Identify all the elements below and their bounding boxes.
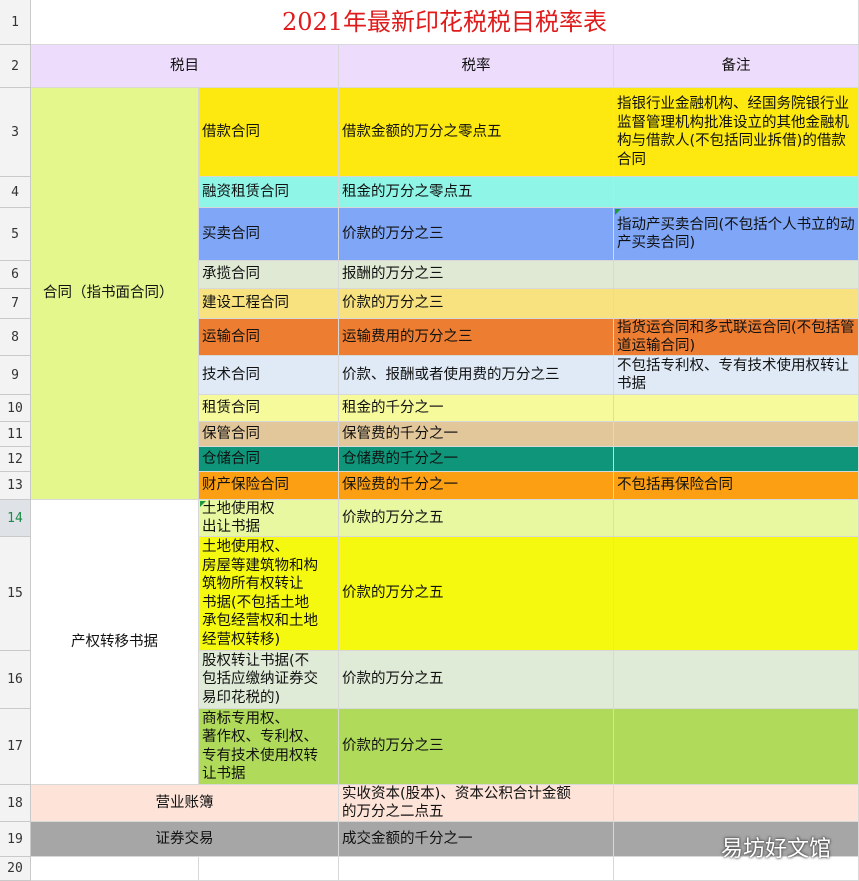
tax-rate-cell[interactable]: 价款的万分之三 [339,289,614,319]
tax-item-cell[interactable]: 财产保险合同 [199,472,339,500]
note-cell[interactable] [614,651,859,709]
row-header-13[interactable]: 13 [0,472,31,500]
tax-rate-cell[interactable]: 运输费用的万分之三 [339,319,614,356]
note-cell[interactable]: 指货运合同和多式联运合同(不包括管道运输合同) [614,319,859,356]
header-tax-item[interactable]: 税目 [31,45,339,88]
note-cell[interactable] [614,709,859,785]
tax-rate-cell[interactable]: 价款的万分之三 [339,208,614,261]
group-contract[interactable]: 合同（指书面合同） [31,88,199,500]
note-cell[interactable]: 指银行业金融机构、经国务院银行业监督管理机构批准设立的其他金融机构与借款人(不包… [614,88,859,177]
row-header-15[interactable]: 15 [0,537,31,651]
row-header-8[interactable]: 8 [0,319,31,356]
row-header-12[interactable]: 12 [0,447,31,472]
header-tax-rate[interactable]: 税率 [339,45,614,88]
row-header-18[interactable]: 18 [0,785,31,822]
row-header-5[interactable]: 5 [0,208,31,261]
note-cell[interactable] [614,177,859,208]
row-header-11[interactable]: 11 [0,422,31,447]
note-cell[interactable] [614,289,859,319]
comment-marker-icon [615,209,621,215]
tax-rate-cell[interactable]: 报酬的万分之三 [339,261,614,289]
tax-item-cell[interactable]: 商标专用权、 著作权、专利权、 专有技术使用权转 让书据 [199,709,339,785]
row-header-20[interactable]: 20 [0,857,31,881]
tax-item-cell[interactable]: 买卖合同 [199,208,339,261]
tax-rate-cell[interactable]: 租金的万分之零点五 [339,177,614,208]
note-cell[interactable] [614,422,859,447]
tax-rate-cell[interactable]: 实收资本(股本)、资本公积合计金额 的万分之二点五 [339,785,614,822]
row-header-7[interactable]: 7 [0,289,31,319]
tax-rate-cell[interactable]: 价款的万分之三 [339,709,614,785]
note-cell[interactable] [614,500,859,537]
header-note[interactable]: 备注 [614,45,859,88]
note-cell[interactable] [614,785,859,822]
tax-rate-cell[interactable]: 成交金额的千分之一 [339,822,614,857]
row-header-16[interactable]: 16 [0,651,31,709]
comment-marker-icon [200,501,206,507]
note-cell[interactable] [614,537,859,651]
note-cell[interactable]: 不包括专利权、专有技术使用权转让书据 [614,356,859,395]
tax-item-cell[interactable]: 运输合同 [199,319,339,356]
row-header-19[interactable]: 19 [0,822,31,857]
group-property-transfer[interactable]: 产权转移书据 [31,500,199,785]
watermark: 易坊好文馆 [721,831,831,863]
row-header-3[interactable]: 3 [0,88,31,177]
tax-item-cell[interactable]: 土地使用权、 房屋等建筑物和构 筑物所有权转让 书据(不包括土地 承包经营权和土… [199,537,339,651]
row-header-4[interactable]: 4 [0,177,31,208]
tax-rate-cell[interactable]: 保险费的千分之一 [339,472,614,500]
tax-rate-cell[interactable]: 保管费的千分之一 [339,422,614,447]
sheet-title[interactable]: 2021年最新印花税税目税率表 [31,0,859,45]
tax-rate-cell[interactable]: 租金的千分之一 [339,395,614,422]
tax-item-cell[interactable]: 土地使用权 出让书据 [199,500,339,537]
row-header-9[interactable]: 9 [0,356,31,395]
group-securities-trading[interactable]: 证券交易 [31,822,339,857]
tax-item-cell[interactable]: 借款合同 [199,88,339,177]
row-header-6[interactable]: 6 [0,261,31,289]
group-business-ledger[interactable]: 营业账簿 [31,785,339,822]
tax-rate-cell[interactable]: 仓储费的千分之一 [339,447,614,472]
row-header-14[interactable]: 14 [0,500,31,537]
tax-item-cell[interactable]: 保管合同 [199,422,339,447]
tax-rate-cell[interactable]: 价款的万分之五 [339,500,614,537]
tax-item-cell[interactable]: 仓储合同 [199,447,339,472]
empty-cell[interactable] [199,857,339,881]
tax-item-cell[interactable]: 租赁合同 [199,395,339,422]
empty-cell[interactable] [31,857,199,881]
note-cell[interactable] [614,261,859,289]
row-header-17[interactable]: 17 [0,709,31,785]
note-cell[interactable]: 不包括再保险合同 [614,472,859,500]
empty-cell[interactable] [339,857,614,881]
tax-rate-cell[interactable]: 价款、报酬或者使用费的万分之三 [339,356,614,395]
row-header-2[interactable]: 2 [0,45,31,88]
note-cell[interactable] [614,395,859,422]
note-cell[interactable] [614,447,859,472]
tax-item-cell[interactable]: 股权转让书据(不 包括应缴纳证券交 易印花税的) [199,651,339,709]
tax-rate-cell[interactable]: 价款的万分之五 [339,537,614,651]
tax-item-cell[interactable]: 技术合同 [199,356,339,395]
note-cell[interactable]: 指动产买卖合同(不包括个人书立的动产买卖合同) [614,208,859,261]
row-header-1[interactable]: 1 [0,0,31,45]
tax-item-cell[interactable]: 承揽合同 [199,261,339,289]
tax-rate-cell[interactable]: 借款金额的万分之零点五 [339,88,614,177]
row-header-10[interactable]: 10 [0,395,31,422]
tax-item-cell[interactable]: 建设工程合同 [199,289,339,319]
tax-item-cell[interactable]: 融资租赁合同 [199,177,339,208]
tax-rate-cell[interactable]: 价款的万分之五 [339,651,614,709]
